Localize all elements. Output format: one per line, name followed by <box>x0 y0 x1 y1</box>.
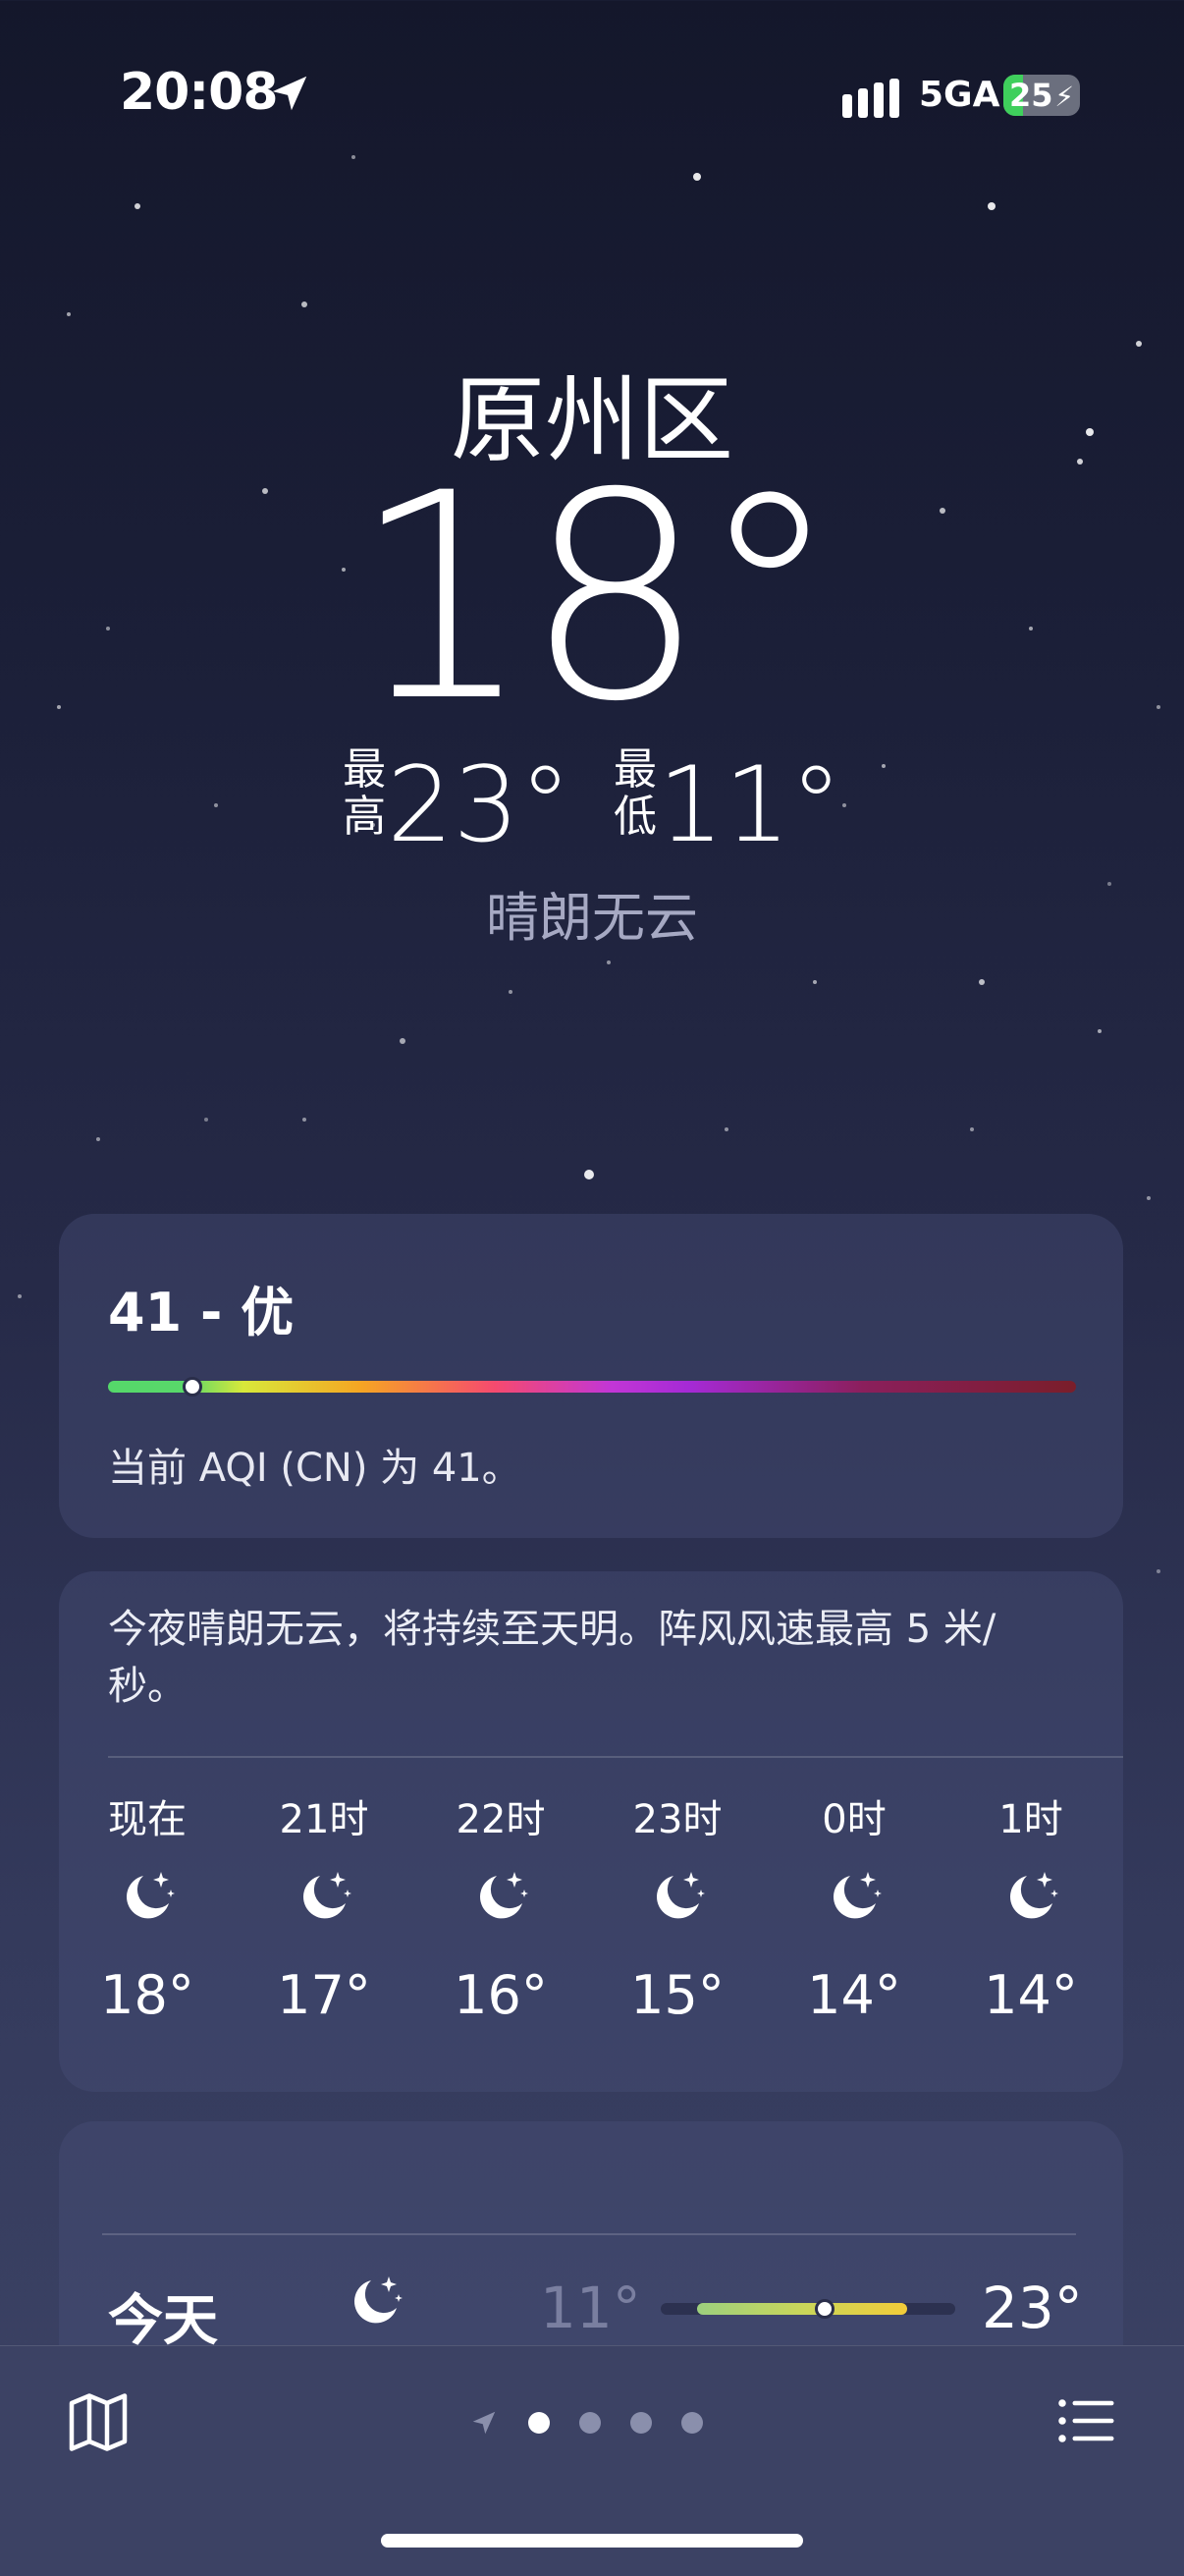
moon-stars-icon <box>480 1872 528 1919</box>
high-temp: 23° <box>387 744 571 865</box>
hour-item: 21时 17° <box>236 1787 412 2026</box>
aqi-description: 当前 AQI (CN) 为 41。 <box>108 1446 521 1491</box>
day-temp-range-bar <box>697 2303 907 2315</box>
map-icon[interactable] <box>63 2385 134 2456</box>
hour-temp: 14° <box>984 1964 1078 2026</box>
list-icon[interactable] <box>1050 2385 1121 2456</box>
hour-item: 0时 14° <box>766 1787 942 2026</box>
day-low-temp: 11° <box>540 2275 641 2341</box>
battery-percent: 25 <box>1009 77 1053 114</box>
condition: 晴朗无云 <box>486 887 698 949</box>
hour-temp: 15° <box>630 1964 725 2026</box>
aqi-scale-bar <box>108 1381 1076 1393</box>
moon-stars-icon <box>1010 1872 1058 1919</box>
hour-label: 1时 <box>998 1797 1063 1842</box>
hour-label: 现在 <box>108 1797 187 1842</box>
low-label: 最低 <box>614 744 657 842</box>
hour-temp: 14° <box>807 1964 901 2026</box>
aqi-card[interactable]: 41 - 优 当前 AQI (CN) 为 41。 <box>59 1214 1123 1538</box>
divider <box>102 2233 1076 2235</box>
hour-item: 现在 18° <box>59 1787 236 2026</box>
hour-label: 22时 <box>456 1797 546 1842</box>
high-label: 最高 <box>343 744 387 842</box>
moon-stars-icon <box>834 1872 882 1919</box>
day-high-temp: 23° <box>982 2275 1083 2341</box>
hour-label: 0时 <box>822 1797 887 1842</box>
page-indicator[interactable] <box>469 2399 725 2446</box>
network-type: 5GA <box>919 75 1000 115</box>
moon-stars-icon <box>303 1872 351 1919</box>
moon-stars-icon <box>354 2276 403 2324</box>
hour-label: 21时 <box>279 1797 369 1842</box>
low-temp: 11° <box>658 744 842 865</box>
page-dot[interactable] <box>579 2412 601 2434</box>
location-arrow-icon <box>472 2411 496 2435</box>
hour-label: 23时 <box>632 1797 723 1842</box>
status-time: 20:08 <box>120 63 279 122</box>
day-label: 今天 <box>108 2289 218 2353</box>
page-dot[interactable] <box>630 2412 652 2434</box>
page-dot-active[interactable] <box>528 2412 550 2434</box>
hour-item: 22时 16° <box>412 1787 589 2026</box>
hour-item: 23时 15° <box>589 1787 766 2026</box>
forecast-summary: 今夜晴朗无云，将持续至天明。阵风风速最高 5 米/秒。 <box>108 1607 996 1709</box>
hourly-forecast-card[interactable]: 今夜晴朗无云，将持续至天明。阵风风速最高 5 米/秒。 现在 18° 21时 1… <box>59 1571 1123 2092</box>
aqi-indicator <box>183 1377 202 1397</box>
page-dot[interactable] <box>681 2412 703 2434</box>
current-temp-indicator <box>815 2299 834 2319</box>
status-bar: 20:08 5GA 25 ⚡ <box>0 0 1184 196</box>
hour-temp: 17° <box>277 1964 371 2026</box>
hourly-list[interactable]: 现在 18° 21时 17° 22时 16° 23时 15° 0时 14° 1时… <box>59 1787 1123 2026</box>
home-indicator[interactable] <box>381 2534 803 2548</box>
charging-bolt-icon: ⚡ <box>1054 81 1074 113</box>
signal-icon <box>842 79 899 118</box>
divider <box>108 1756 1123 1758</box>
battery-icon: 25 ⚡ <box>1003 75 1080 116</box>
moon-stars-icon <box>127 1872 175 1919</box>
hour-temp: 16° <box>454 1964 548 2026</box>
high-low: 最高23° 最低11° <box>0 746 1184 864</box>
hour-item: 1时 14° <box>942 1787 1119 2026</box>
location-arrow-icon <box>272 76 307 111</box>
moon-stars-icon <box>657 1872 705 1919</box>
current-temperature: 18° <box>350 433 840 764</box>
aqi-title: 41 - 优 <box>108 1282 295 1343</box>
hour-temp: 18° <box>100 1964 194 2026</box>
